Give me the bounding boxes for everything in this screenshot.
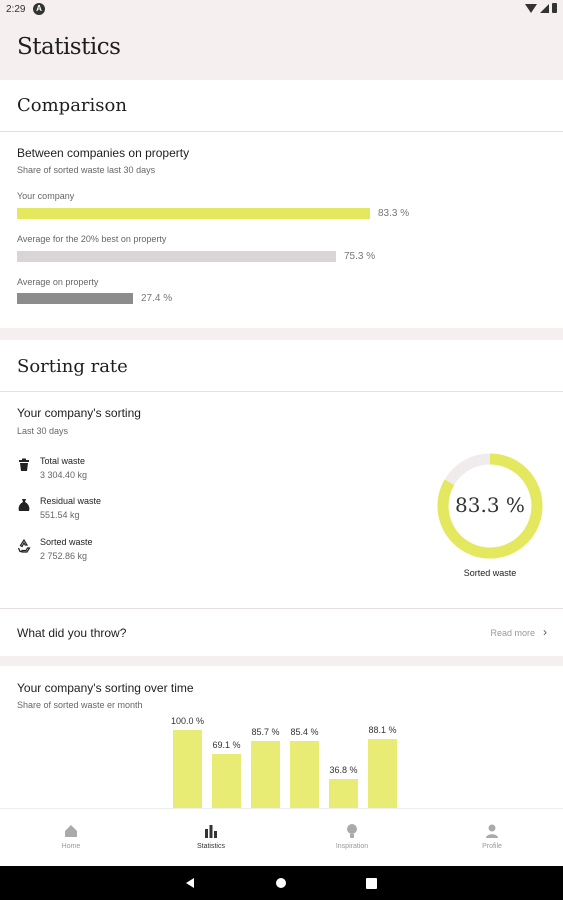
status-bar: 2:29 A [0,0,563,20]
over-time-heading: Your company's sorting over time [17,681,194,695]
recycle-icon [17,539,31,553]
bottom-navigation: Home Statistics Inspiration Profile [0,808,563,866]
donut-value: 83.3 % [455,493,525,517]
page-title: Statistics [17,34,121,60]
bar-label-best-20: Average for the 20% best on property [17,234,167,244]
battery-icon [552,3,557,13]
donut-label: Sorted waste [463,568,517,578]
what-did-you-throw-row[interactable]: What did you throw? Read more › [0,608,563,656]
chart-bar [290,741,319,808]
wifi-icon [525,3,537,13]
sorting-rate-card: Sorting rate Your company's sorting Last… [0,340,563,608]
bar-chart-icon [205,825,217,838]
sorting-subheading: Last 30 days [17,426,69,436]
nav-label: Inspiration [335,843,369,850]
chart-bar-label: 36.8 % [329,765,358,775]
trash-icon [19,458,29,471]
chart-bar-label: 69.1 % [212,740,241,750]
bar-your-company [17,208,370,219]
status-time: 2:29 [6,4,26,15]
back-icon[interactable] [184,877,196,889]
comparison-title: Comparison [17,95,127,116]
sorting-heading: Your company's sorting [17,406,141,420]
app-bar: Statistics [0,20,563,78]
chart-bar-label: 88.1 % [368,725,397,735]
divider [0,131,563,132]
nav-label: Statistics [196,843,225,850]
comparison-heading: Between companies on property [17,146,190,160]
over-time-subheading: Share of sorted waste er month [17,700,143,710]
bar-value-your-company: 83.3 % [378,208,410,219]
nav-label: Home [61,843,81,850]
bar-average [17,293,133,304]
bag-icon [18,499,30,511]
recents-icon[interactable] [366,878,377,889]
nav-home[interactable]: Home [31,823,111,850]
stat-name: Residual waste [40,496,102,506]
stat-name: Sorted waste [40,537,93,547]
comparison-card: Comparison Between companies on property… [0,80,563,328]
stat-name: Total waste [40,456,86,466]
status-icons [525,3,557,13]
chart-bar-label: 85.4 % [290,727,319,737]
lightbulb-icon [347,824,357,838]
read-more-link[interactable]: Read more [490,628,535,638]
chart-bar [251,741,280,808]
divider [0,391,563,392]
bar-best-20 [17,251,336,262]
throw-question: What did you throw? [17,626,127,640]
bar-value-average: 27.4 % [141,293,173,304]
chart-bar-label: 100.0 % [170,716,205,726]
stat-value: 2 752.86 kg [40,551,88,561]
signal-icon [540,3,549,13]
chart-bar [173,730,202,808]
stat-value: 551.54 kg [40,510,80,520]
home-button-icon[interactable] [275,877,287,889]
comparison-subheading: Share of sorted waste last 30 days [17,165,156,175]
chevron-right-icon[interactable]: › [543,625,547,639]
chart-bar [368,739,397,808]
notification-icon: A [33,3,45,15]
stat-value: 3 304.40 kg [40,470,88,480]
nav-statistics[interactable]: Statistics [171,823,251,850]
system-navigation-bar [0,866,563,900]
bar-label-average: Average on property [17,277,99,287]
nav-profile[interactable]: Profile [452,823,532,850]
chart-bar [212,754,241,808]
sorting-rate-title: Sorting rate [17,356,128,377]
sorting-over-time-card: Your company's sorting over time Share o… [0,666,563,808]
bar-label-your-company: Your company [17,191,75,201]
person-icon [486,824,498,838]
chart-bar [329,779,358,808]
nav-label: Profile [482,843,502,850]
home-icon [65,825,77,837]
bar-value-best-20: 75.3 % [344,251,376,262]
nav-inspiration[interactable]: Inspiration [312,823,392,850]
